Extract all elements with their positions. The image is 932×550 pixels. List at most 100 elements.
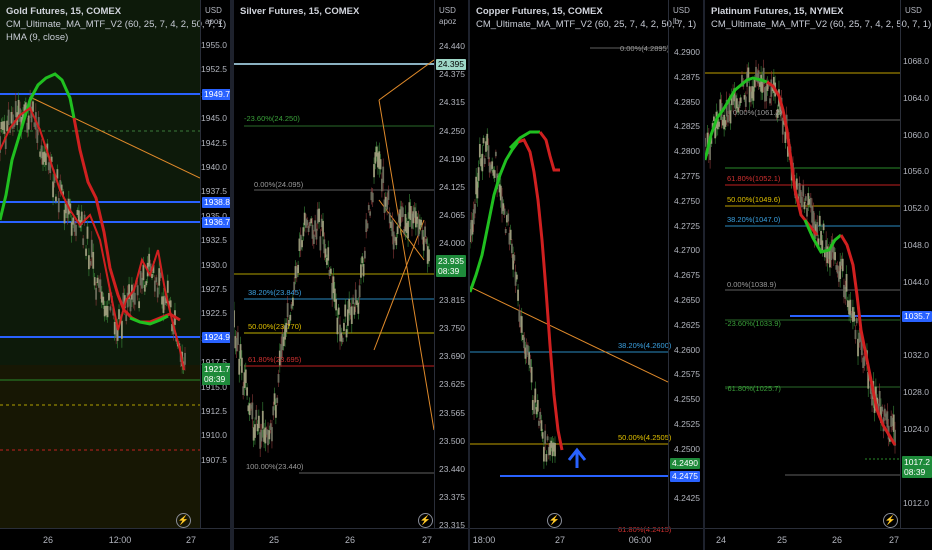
silver-price-tick: 24.065 xyxy=(439,210,465,221)
candle-body xyxy=(306,220,309,226)
copper-indicator-ma[interactable]: CM_Ultimate_MA_MTF_V2 (60, 25, 7, 4, 2, … xyxy=(476,19,696,30)
candle-body xyxy=(27,115,30,130)
candle-body xyxy=(358,285,361,298)
candle-body xyxy=(268,430,271,440)
candle-body xyxy=(3,121,6,134)
gold-indicator-hma[interactable]: HMA (9, close) xyxy=(6,32,68,43)
silver-price-tick: 23.750 xyxy=(439,323,465,333)
candle-body xyxy=(239,344,242,359)
candle-body xyxy=(718,121,720,127)
candle-body xyxy=(395,237,398,246)
candle-body xyxy=(336,317,339,335)
platinum-indicator-ma[interactable]: CM_Ultimate_MA_MTF_V2 (60, 25, 7, 4, 2, … xyxy=(711,19,931,30)
silver-price-axis[interactable]: USD apoz 24.440 24.375 24.315 24.250 24.190 2… xyxy=(434,0,468,530)
copper-unit-label-2: lb xyxy=(673,17,680,26)
candle-body xyxy=(322,220,324,237)
silver-time-axis[interactable]: 25 26 27 xyxy=(234,528,468,550)
candle-body xyxy=(57,198,60,213)
silver-price-chart[interactable] xyxy=(234,0,434,528)
platinum-chart-panel[interactable]: Platinum Futures, 15, NYMEX CM_Ultimate_… xyxy=(705,0,932,550)
candle-body xyxy=(530,366,533,383)
copper-time-axis[interactable]: 18:00 27 06:00 xyxy=(470,528,703,550)
candle-body xyxy=(363,250,366,259)
candle-body xyxy=(509,229,512,240)
copper-price-chart[interactable] xyxy=(470,0,668,528)
multi-chart-layout: Gold Futures, 15, COMEX CM_Ultimate_MA_M… xyxy=(0,0,932,550)
gold-chart-panel[interactable]: Gold Futures, 15, COMEX CM_Ultimate_MA_M… xyxy=(0,0,230,550)
candle-body xyxy=(145,281,148,286)
gold-lightning-icon[interactable]: ⚡ xyxy=(176,513,191,528)
candle-body xyxy=(307,225,310,233)
candle-body xyxy=(184,352,186,365)
candle-body xyxy=(343,322,345,331)
gold-time-axis[interactable]: 26 12:00 27 xyxy=(0,528,230,550)
gold-time-tick: 26 xyxy=(42,535,54,545)
platinum-price-axis[interactable]: USD 1068.0 1064.0 1060.0 1056.0 1052.0 1048.0… xyxy=(900,0,932,528)
platinum-time-axis[interactable]: 24 25 26 27 xyxy=(705,528,932,550)
gold-indicator-ma[interactable]: CM_Ultimate_MA_MTF_V2 (60, 25, 7, 4, 2, … xyxy=(6,19,226,30)
copper-price-axis[interactable]: USD lb 4.2900 4.2875 4.2850 4.2825 4.2800 4.2… xyxy=(668,0,703,528)
candle-body xyxy=(156,287,159,298)
candle-body xyxy=(93,277,96,286)
candle-body xyxy=(85,248,87,256)
silver-time-tick: 25 xyxy=(268,535,280,545)
platinum-time-tick: 27 xyxy=(888,535,900,545)
platinum-time-tick: 24 xyxy=(715,535,727,545)
candle-body xyxy=(482,137,485,144)
candle-body xyxy=(515,274,518,280)
candle-body xyxy=(238,358,241,375)
candle-body xyxy=(801,196,803,208)
candle-body xyxy=(92,251,95,269)
platinum-price-chart[interactable] xyxy=(705,0,900,528)
candle-body xyxy=(155,277,158,283)
platinum-plot-area[interactable]: Platinum Futures, 15, NYMEX CM_Ultimate_… xyxy=(705,0,931,528)
candle-body xyxy=(373,164,375,178)
gold-price-tick: 1952.5 xyxy=(201,64,227,75)
candle-body xyxy=(401,207,404,217)
silver-chart-panel[interactable]: Silver Futures, 15, COMEX -23.60%(24.250… xyxy=(234,0,468,550)
platinum-time-tick: 26 xyxy=(831,535,843,545)
silver-plot-area[interactable]: Silver Futures, 15, COMEX -23.60%(24.250… xyxy=(234,0,434,528)
candle-body xyxy=(422,236,425,251)
candle-body xyxy=(289,314,292,321)
candle-body xyxy=(246,387,248,396)
candle-body xyxy=(526,345,529,352)
copper-lightning-icon[interactable]: ⚡ xyxy=(547,513,562,528)
candle-body xyxy=(319,236,322,251)
copper-time-tick: 18:00 xyxy=(472,535,496,545)
gold-title: Gold Futures, 15, COMEX xyxy=(6,6,122,17)
candle-body xyxy=(529,359,532,369)
candle-body xyxy=(95,287,97,300)
silver-price-tick: 23.565 xyxy=(439,407,465,418)
candle-body xyxy=(841,258,844,272)
candle-body xyxy=(854,329,857,340)
gold-price-axis[interactable]: USD apoz 1955.01952.51947.51945.01942.51… xyxy=(200,0,230,528)
candle-body xyxy=(86,226,89,239)
gold-price-tick: 1907.5 xyxy=(201,454,227,465)
candle-body xyxy=(286,303,289,318)
silver-fib-label: 61.80%(23.695) xyxy=(248,355,302,364)
copper-plot-area[interactable]: Copper Futures, 15, COMEX CM_Ultimate_MA… xyxy=(470,0,696,534)
candle-body xyxy=(554,442,556,457)
gold-price-chart[interactable] xyxy=(0,0,200,528)
copper-price-tick: 4.2575 xyxy=(674,369,700,380)
candle-body xyxy=(806,207,808,217)
copper-chart-panel[interactable]: Copper Futures, 15, COMEX CM_Ultimate_MA… xyxy=(470,0,703,550)
silver-lightning-icon[interactable]: ⚡ xyxy=(418,513,433,528)
candle-body xyxy=(129,298,132,312)
candle-body xyxy=(108,292,110,301)
candle-body xyxy=(125,314,128,322)
candle-body xyxy=(809,197,812,208)
candle-body xyxy=(520,316,523,333)
candle-body xyxy=(318,208,320,223)
candle-body xyxy=(274,404,277,418)
platinum-title: Platinum Futures, 15, NYMEX xyxy=(711,6,844,17)
gold-plot-area[interactable]: Gold Futures, 15, COMEX CM_Ultimate_MA_M… xyxy=(0,0,226,528)
candle-body xyxy=(324,248,327,258)
candle-body xyxy=(536,399,539,412)
candle-body xyxy=(494,151,497,157)
copper-price-tick: 4.2500 xyxy=(674,443,700,454)
candle-body xyxy=(539,411,542,420)
silver-fib-label: 100.00%(23.440) xyxy=(246,462,304,471)
platinum-lightning-icon[interactable]: ⚡ xyxy=(883,513,898,528)
